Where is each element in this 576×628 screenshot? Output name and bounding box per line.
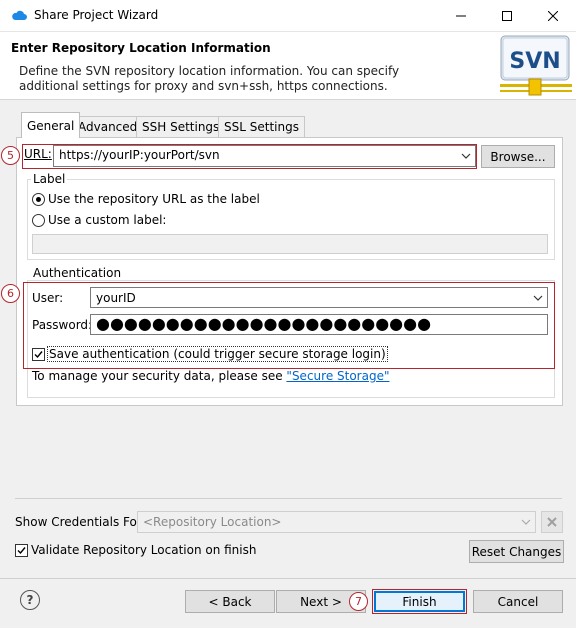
password-value: ●●●●●●●●●●●●●●●●●●●●●●●● [96, 314, 432, 333]
authentication-group-title: Authentication [31, 266, 124, 280]
page-description: Define the SVN repository location infor… [19, 64, 459, 94]
show-credentials-label: Show Credentials For: [15, 515, 146, 529]
annotation-marker-5: 5 [1, 146, 20, 165]
secure-storage-link[interactable]: "Secure Storage" [286, 369, 389, 383]
close-button[interactable] [530, 0, 576, 32]
maximize-button[interactable] [484, 0, 530, 32]
maximize-icon [502, 11, 512, 21]
tab-ssh-label: SSH Settings [142, 120, 220, 134]
annotation-marker-6: 6 [1, 284, 20, 303]
chevron-down-icon [521, 519, 531, 525]
validate-label: Validate Repository Location on finish [31, 543, 257, 557]
tab-general[interactable]: General [21, 112, 81, 138]
url-value: https://yourIP:yourPort/svn [59, 148, 220, 162]
tab-general-label: General [27, 118, 75, 133]
save-authentication-checkbox[interactable] [32, 348, 45, 361]
user-combo[interactable]: yourID [90, 287, 548, 308]
radio-repository-url-label: Use the repository URL as the label [48, 192, 260, 206]
label-group-title: Label [31, 172, 68, 186]
custom-label-input[interactable] [32, 234, 548, 254]
tab-advanced-label: Advanced [78, 120, 138, 134]
cloud-icon [12, 10, 27, 20]
minimize-button[interactable] [438, 0, 484, 32]
title-bar: Share Project Wizard [0, 0, 576, 32]
separator [15, 498, 562, 499]
page-title: Enter Repository Location Information [11, 41, 271, 55]
secure-storage-text: To manage your security data, please see [32, 369, 287, 383]
help-icon[interactable]: ? [20, 590, 40, 610]
credentials-combo[interactable]: <Repository Location> [137, 511, 536, 533]
tab-ssl-settings[interactable]: SSL Settings [218, 116, 305, 137]
minimize-icon [456, 15, 466, 17]
reset-changes-button[interactable]: Reset Changes [469, 540, 564, 563]
delete-icon [547, 517, 557, 527]
cancel-button[interactable]: Cancel [473, 590, 563, 613]
url-combo[interactable]: https://yourIP:yourPort/svn [53, 145, 476, 167]
radio-custom-label[interactable] [32, 214, 45, 227]
back-button[interactable]: < Back [185, 590, 275, 613]
radio-repository-url[interactable] [32, 193, 45, 206]
description-line-1: Define the SVN repository location infor… [19, 64, 400, 78]
checkmark-icon [17, 547, 26, 555]
browse-button[interactable]: Browse... [481, 145, 555, 168]
secure-storage-note: To manage your security data, please see… [32, 369, 389, 383]
password-label: Password: [32, 318, 93, 332]
save-authentication-label: Save authentication (could trigger secur… [47, 346, 388, 362]
chevron-down-icon [461, 153, 471, 159]
checkmark-icon [34, 351, 43, 359]
user-value: yourID [96, 291, 136, 305]
description-line-2: additional settings for proxy and svn+ss… [19, 79, 388, 93]
tab-advanced[interactable]: Advanced [72, 116, 144, 137]
tab-ssl-label: SSL Settings [224, 120, 299, 134]
radio-custom-label-text: Use a custom label: [48, 213, 167, 227]
annotation-marker-7: 7 [349, 592, 368, 611]
password-input[interactable]: ●●●●●●●●●●●●●●●●●●●●●●●● [90, 314, 548, 335]
validate-checkbox[interactable] [15, 544, 28, 557]
chevron-down-icon [533, 295, 543, 301]
user-label: User: [32, 291, 64, 305]
delete-credentials-button[interactable] [541, 511, 563, 533]
close-icon [548, 11, 558, 21]
svn-logo: SVN [500, 35, 572, 96]
window-title: Share Project Wizard [34, 8, 159, 22]
svn-logo-text: SVN [509, 49, 560, 74]
footer-separator [0, 578, 576, 579]
finish-button[interactable]: Finish [374, 591, 465, 612]
credentials-value: <Repository Location> [143, 515, 282, 529]
wizard-banner: Enter Repository Location Information De… [0, 32, 576, 100]
tab-ssh-settings[interactable]: SSH Settings [136, 116, 226, 137]
url-label: URL: [24, 147, 52, 161]
